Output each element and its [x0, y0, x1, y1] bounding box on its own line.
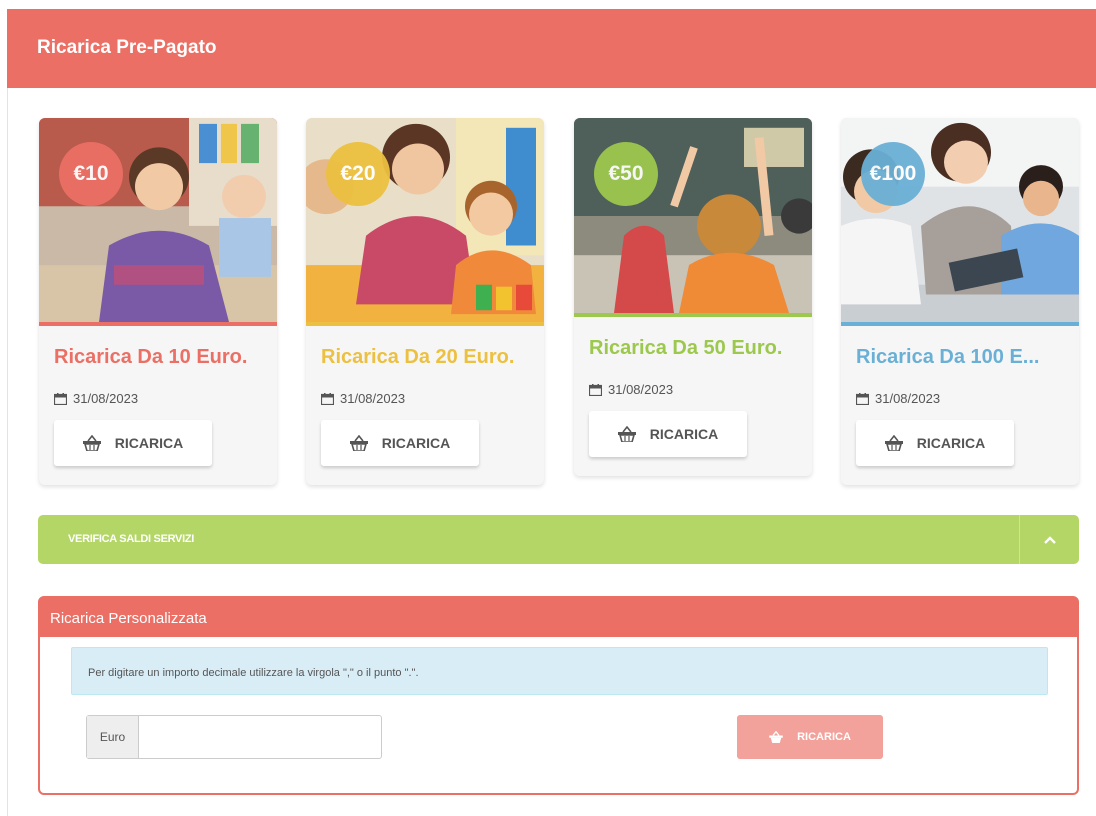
- custom-recharge-panel: Ricarica Personalizzata Per digitare un …: [38, 596, 1079, 795]
- price-badge: €10: [59, 142, 123, 206]
- chevron-up-icon: [1043, 535, 1056, 544]
- card-photo: €50: [574, 118, 812, 317]
- page-title: Ricarica Pre-Pagato: [37, 37, 217, 58]
- basket-icon: [82, 435, 101, 451]
- basket-icon: [617, 426, 636, 442]
- card-photo: €20: [306, 118, 544, 326]
- amount-input[interactable]: [139, 716, 381, 758]
- ricarica-button-label: RICARICA: [114, 435, 184, 451]
- page-header: Ricarica Pre-Pagato: [7, 9, 1096, 88]
- collapse-toggle[interactable]: [1019, 515, 1079, 564]
- card-title: Ricarica Da 20 Euro.: [321, 346, 515, 368]
- verifica-saldi-bar[interactable]: VERIFICA SALDI SERVIZI: [38, 515, 1079, 564]
- custom-ricarica-button[interactable]: RICARICA: [737, 715, 883, 759]
- card-date-text: 31/08/2023: [608, 382, 674, 397]
- recharge-card-10: €10 Ricarica Da 10 Euro. 31/08/2023 RICA…: [39, 118, 277, 485]
- basket-icon: [769, 731, 783, 743]
- recharge-card-20: €20 Ricarica Da 20 Euro. 31/08/2023 RICA…: [306, 118, 544, 485]
- ricarica-button-label: RICARICA: [381, 435, 451, 451]
- recharge-card-50: €50 Ricarica Da 50 Euro. 31/08/2023 RICA…: [574, 118, 812, 476]
- ricarica-button-label: RICARICA: [649, 426, 719, 442]
- amount-input-group: Euro: [86, 715, 382, 759]
- calendar-icon: [856, 392, 869, 405]
- recharge-card-100: €100 Ricarica Da 100 E... 31/08/2023 RIC…: [841, 118, 1079, 485]
- card-date: 31/08/2023: [574, 360, 812, 397]
- ricarica-button[interactable]: RICARICA: [54, 420, 212, 466]
- price-badge: €100: [861, 142, 925, 206]
- info-alert: Per digitare un importo decimale utilizz…: [71, 647, 1048, 695]
- custom-ricarica-label: RICARICA: [797, 731, 851, 743]
- calendar-icon: [321, 392, 334, 405]
- price-badge: €50: [594, 142, 658, 206]
- ricarica-button[interactable]: RICARICA: [589, 411, 747, 457]
- basket-icon: [884, 435, 903, 451]
- euro-addon: Euro: [87, 716, 139, 758]
- calendar-icon: [54, 392, 67, 405]
- ricarica-button-label: RICARICA: [916, 435, 986, 451]
- ricarica-button[interactable]: RICARICA: [321, 420, 479, 466]
- calendar-icon: [589, 383, 602, 396]
- ricarica-button[interactable]: RICARICA: [856, 420, 1014, 466]
- price-badge: €20: [326, 142, 390, 206]
- card-date: 31/08/2023: [306, 369, 544, 406]
- card-date-text: 31/08/2023: [73, 391, 139, 406]
- card-photo: €100: [841, 118, 1079, 326]
- card-date-text: 31/08/2023: [875, 391, 941, 406]
- basket-icon: [349, 435, 368, 451]
- card-title: Ricarica Da 100 E...: [856, 346, 1040, 368]
- card-date: 31/08/2023: [841, 369, 1079, 406]
- card-photo: €10: [39, 118, 277, 326]
- verifica-saldi-label: VERIFICA SALDI SERVIZI: [68, 533, 195, 545]
- card-date-text: 31/08/2023: [340, 391, 406, 406]
- card-title: Ricarica Da 50 Euro.: [589, 337, 783, 359]
- card-title: Ricarica Da 10 Euro.: [54, 346, 248, 368]
- card-date: 31/08/2023: [39, 369, 277, 406]
- panel-title: Ricarica Personalizzata: [40, 598, 1077, 637]
